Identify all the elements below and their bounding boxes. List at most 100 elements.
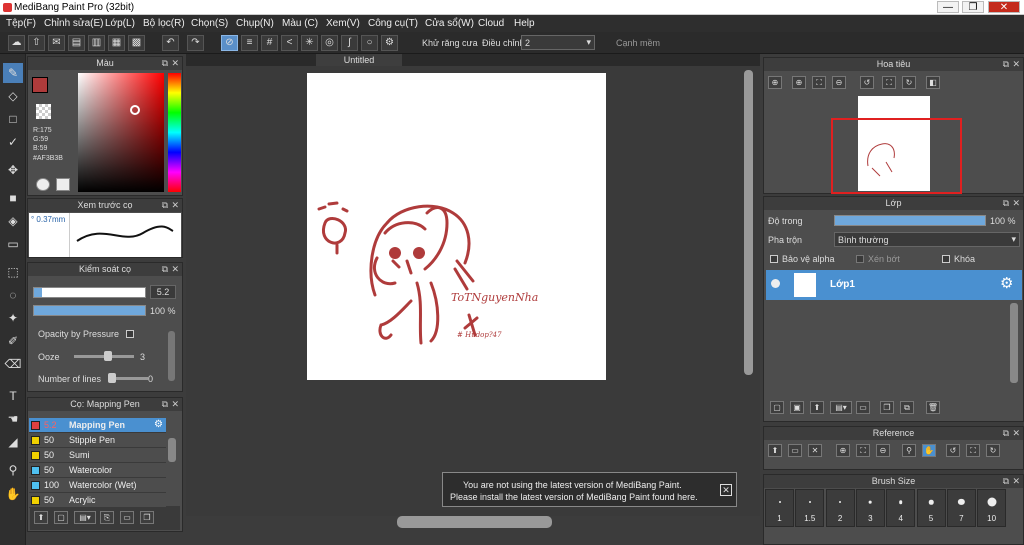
menu-view[interactable]: Xem(V)	[326, 18, 360, 29]
popout-icon[interactable]: ⧉	[162, 57, 168, 70]
lines-slider[interactable]	[108, 373, 148, 383]
brush-list-item[interactable]: 50 Sumi	[29, 448, 166, 463]
popout-icon[interactable]: ⧉	[1003, 58, 1009, 71]
close-icon[interactable]: ✕	[171, 398, 179, 411]
pen-tool-icon[interactable]: ✓	[3, 132, 23, 152]
menu-edit[interactable]: Chỉnh sửa(E)	[44, 18, 104, 29]
color-picker-cursor[interactable]	[130, 105, 140, 115]
close-icon[interactable]: ✕	[171, 57, 179, 70]
popout-icon[interactable]: ⧉	[162, 199, 168, 212]
popout-icon[interactable]: ⧉	[1003, 427, 1009, 440]
curve-snap-icon[interactable]: ∫	[341, 35, 358, 51]
fill-shape-icon[interactable]: ■	[3, 188, 23, 208]
folder-icon[interactable]: ▭	[120, 511, 134, 524]
close-icon[interactable]: ✕	[171, 263, 179, 276]
menu-cloud[interactable]: Cloud	[478, 18, 504, 29]
menu-select[interactable]: Chọn(S)	[191, 18, 228, 29]
gear-icon[interactable]: ⚙	[154, 419, 163, 430]
remove-icon[interactable]: ✕	[808, 444, 822, 457]
zoom-out-icon[interactable]: ⊖	[832, 76, 846, 89]
rotate-left-icon[interactable]: ↺	[860, 76, 874, 89]
document-icon[interactable]: ▥	[88, 35, 105, 51]
brush-tool-icon[interactable]: ✎	[3, 63, 23, 83]
ref-rotate-right-icon[interactable]: ↻	[986, 444, 1000, 457]
move-tool-icon[interactable]: ✥	[3, 160, 23, 180]
flip-icon[interactable]: ◧	[926, 76, 940, 89]
menu-capture[interactable]: Chụp(N)	[236, 18, 274, 29]
close-icon[interactable]: ✕	[1012, 197, 1020, 210]
vertical-scrollbar-thumb[interactable]	[744, 70, 753, 375]
menu-color[interactable]: Màu (C)	[282, 18, 318, 29]
radial-snap-icon[interactable]: ✳	[301, 35, 318, 51]
ellipse-snap-icon[interactable]: ○	[361, 35, 378, 51]
opacity-pressure-checkbox[interactable]	[126, 330, 134, 338]
gear-icon[interactable]: ⚙	[1000, 274, 1013, 292]
opacity-bar[interactable]	[33, 305, 146, 316]
cloud-icon[interactable]: ☁	[8, 35, 25, 51]
brush-list-item[interactable]: 50 Stipple Pen	[29, 433, 166, 448]
cross-snap-icon[interactable]: #	[261, 35, 278, 51]
copy-brush-icon[interactable]: ⎘	[100, 511, 114, 524]
saturation-value-picker[interactable]	[78, 73, 164, 192]
menu-window[interactable]: Cửa sổ(W)	[425, 18, 474, 29]
menu-help[interactable]: Help	[514, 18, 535, 29]
add-brush-icon[interactable]: ▤▾	[74, 511, 96, 524]
protect-alpha-checkbox[interactable]	[770, 255, 778, 263]
clipping-checkbox[interactable]	[856, 255, 864, 263]
close-button[interactable]: ✕	[988, 1, 1020, 13]
new-brush-icon[interactable]: ▢	[54, 511, 68, 524]
magic-wand-icon[interactable]: ✦	[3, 308, 23, 328]
brush-size-preset[interactable]: 7	[946, 489, 976, 527]
rotate-right-icon[interactable]: ↻	[902, 76, 916, 89]
layers-icon[interactable]: ▦	[108, 35, 125, 51]
eyedropper-icon[interactable]: ⚲	[3, 460, 23, 480]
brush-size-preset[interactable]: 10	[977, 489, 1007, 527]
divide-tool-icon[interactable]: ◢	[3, 432, 23, 452]
circle-snap-icon[interactable]: ◎	[321, 35, 338, 51]
menu-file[interactable]: Tệp(F)	[6, 18, 36, 29]
brush-list-item[interactable]: 100 Watercolor (Wet)	[29, 478, 166, 493]
ref-hand-icon[interactable]: ✋	[922, 444, 936, 457]
blend-mode-select[interactable]: Bình thường ▾	[834, 232, 1020, 247]
brush-size-preset[interactable]: 2	[825, 489, 855, 527]
brush-size-preset[interactable]: 3	[855, 489, 885, 527]
adjust-select[interactable]: 2 ▾	[521, 35, 595, 50]
settings-snap-icon[interactable]: ⚙	[381, 35, 398, 51]
reset-view-icon[interactable]: ⛶	[882, 76, 896, 89]
new-halftone-layer-icon[interactable]: ▣	[790, 401, 804, 414]
ref-reset-icon[interactable]: ⛶	[966, 444, 980, 457]
popout-icon[interactable]: ⧉	[162, 263, 168, 276]
maximize-button[interactable]: ❐	[962, 1, 984, 13]
menu-filter[interactable]: Bộ lọc(R)	[143, 18, 185, 29]
popout-icon[interactable]: ⧉	[1003, 197, 1009, 210]
redo-icon[interactable]: ↷	[187, 35, 204, 51]
new-layer-icon[interactable]: ▢	[770, 401, 784, 414]
brush-list-item[interactable]: 5.2 Mapping Pen ⚙	[29, 418, 166, 433]
layer-row[interactable]: Lớp1 ⚙	[766, 270, 1022, 300]
brush-size-preset[interactable]: 1.5	[795, 489, 825, 527]
brush-size-preset[interactable]: 4	[886, 489, 916, 527]
parallel-snap-icon[interactable]: ≡	[241, 35, 258, 51]
brush-size-value[interactable]: 5.2	[150, 285, 176, 299]
bucket-tool-icon[interactable]: ◈	[3, 211, 23, 231]
scrollbar[interactable]	[168, 331, 175, 381]
close-icon[interactable]: ✕	[1012, 58, 1020, 71]
viewport-indicator[interactable]	[831, 118, 962, 194]
file-icon[interactable]: ▤	[68, 35, 85, 51]
document-tab[interactable]: Untitled	[316, 54, 402, 66]
delete-layer-icon[interactable]: 🗑	[926, 401, 940, 414]
add-layer-menu-icon[interactable]: ▤▾	[830, 401, 852, 414]
scrollbar[interactable]	[168, 438, 176, 462]
layer-opacity-bar[interactable]	[834, 215, 986, 226]
undo-icon[interactable]: ↶	[162, 35, 179, 51]
comment-icon[interactable]: ✉	[48, 35, 65, 51]
transparent-color-swatch[interactable]	[36, 104, 51, 119]
hand-tool-icon[interactable]: ✋	[3, 484, 23, 504]
close-icon[interactable]: ✕	[1012, 427, 1020, 440]
ref-rotate-left-icon[interactable]: ↺	[946, 444, 960, 457]
ref-zoom-in-icon[interactable]: ⊕	[836, 444, 850, 457]
zoom-in-icon[interactable]: ⊕	[768, 76, 782, 89]
folder-icon[interactable]: ▭	[856, 401, 870, 414]
scrollbar[interactable]	[1010, 303, 1018, 383]
brush-size-bar[interactable]	[33, 287, 146, 298]
